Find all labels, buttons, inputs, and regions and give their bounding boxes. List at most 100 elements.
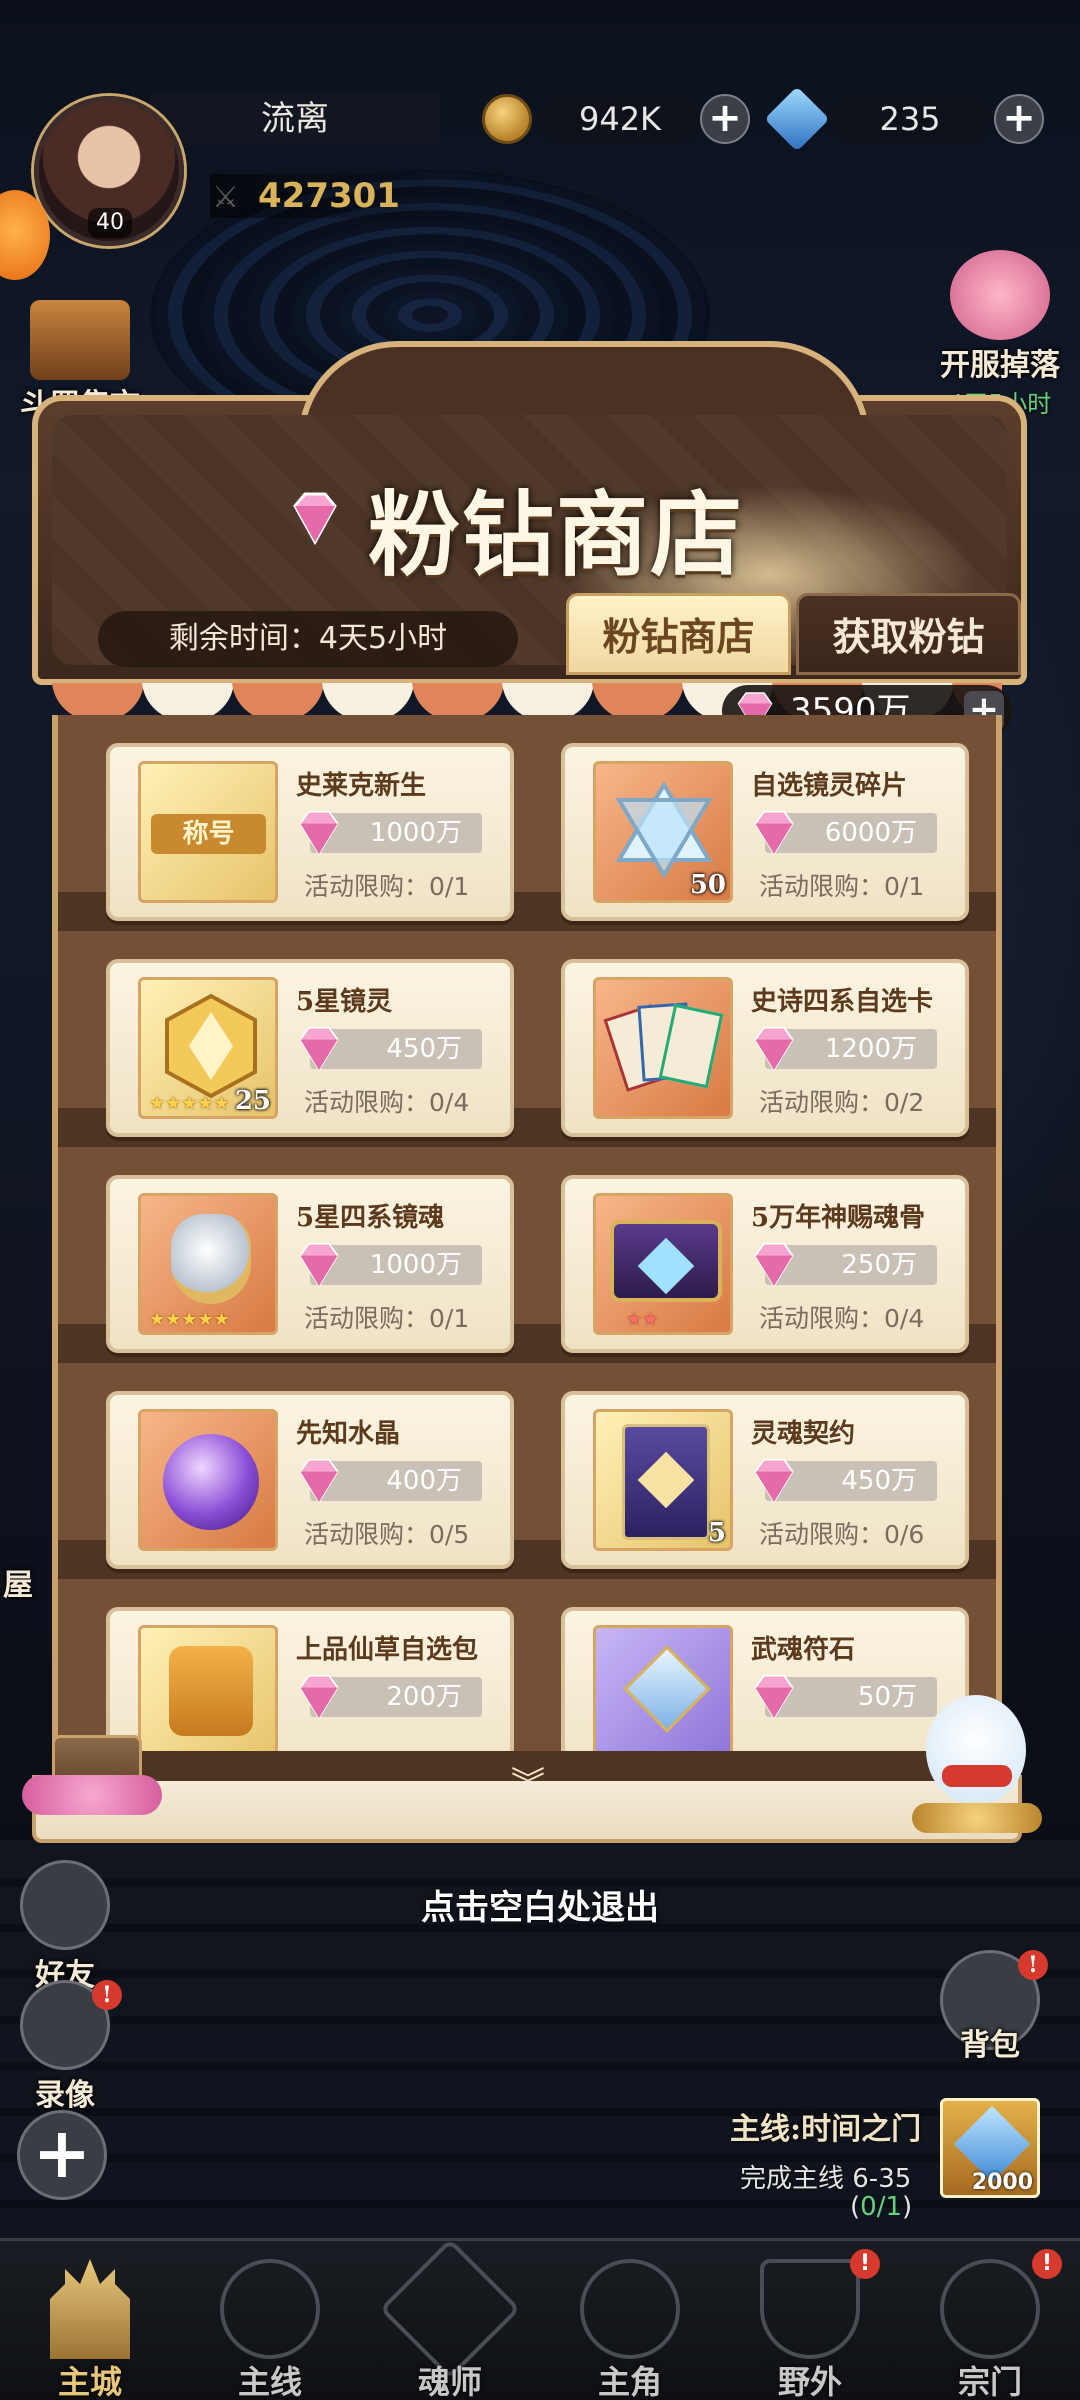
side-button-server-drops-label: 开服掉落 <box>940 348 1060 383</box>
shop-item-card[interactable]: 称号 史莱克新生 1000万 活动限购：0/1 <box>106 743 514 921</box>
side-button-server-drops[interactable]: 开服掉落 4天5小时 <box>920 250 1080 419</box>
side-button-expand[interactable]: + <box>16 2110 108 2200</box>
protagonist-icon <box>580 2259 680 2359</box>
castle-icon <box>50 2259 130 2359</box>
shop-item-card[interactable]: 5 灵魂契约 450万 活动限购：0/6 <box>561 1391 969 1569</box>
epic-selection-cards-icon <box>593 977 733 1119</box>
shop-item-card[interactable]: 50 自选镜灵碎片 6000万 活动限购：0/1 <box>561 743 969 921</box>
nav-protagonist[interactable]: 主角 <box>540 2241 720 2400</box>
nav-main-story-label: 主线 <box>237 2363 302 2400</box>
item-purchase-limit: 活动限购：0/4 <box>759 1304 925 1333</box>
martial-soul-rune-icon <box>593 1625 733 1767</box>
item-name: 先知水晶 <box>296 1419 401 1449</box>
server-drops-icon <box>950 250 1050 340</box>
nav-soul-master-label: 魂师 <box>417 2363 482 2400</box>
shop-title: 粉钻商店 <box>368 481 745 589</box>
item-count: 25 <box>234 1086 271 1116</box>
mirror-spirit-shard-icon: 50 <box>593 761 733 903</box>
sect-icon <box>940 2259 1040 2359</box>
backpack-alert-badge: ! <box>1018 1950 1048 1980</box>
pink-diamond-icon <box>299 1026 339 1072</box>
item-name: 5星镜灵 <box>296 987 393 1017</box>
shop-item-grid[interactable]: 称号 史莱克新生 1000万 活动限购：0/1 50 自选镜灵碎片 6000万 … <box>52 715 1002 1775</box>
wilderness-alert-badge: ! <box>850 2249 880 2279</box>
side-button-backpack[interactable]: ! 背包 <box>930 1950 1050 2064</box>
soul-bone-chest-icon: ★★ <box>593 1193 733 1335</box>
shop-item-card[interactable]: 先知水晶 400万 活动限购：0/5 <box>106 1391 514 1569</box>
mirror-soul-icon: ★★★★★ <box>138 1193 278 1335</box>
pink-diamond-icon <box>754 810 794 856</box>
item-star-rating: ★★★★★ <box>149 1093 230 1114</box>
sect-alert-badge: ! <box>1032 2249 1062 2279</box>
tab-get-pink-diamonds[interactable]: 获取粉钻 <box>796 593 1021 675</box>
shop-item-card[interactable]: 上品仙草自选包 200万 <box>106 1607 514 1775</box>
shop-item-card[interactable]: 武魂符石 50万 <box>561 1607 969 1775</box>
pink-diamond-icon <box>299 1242 339 1288</box>
item-name: 5星四系镜魂 <box>296 1203 445 1233</box>
nav-wilderness-label: 野外 <box>777 2363 842 2400</box>
shop-item-card[interactable]: ★★★★★ 25 5星镜灵 450万 活动限购：0/4 <box>106 959 514 1137</box>
item-purchase-limit: 活动限购：0/1 <box>304 872 470 901</box>
add-coins-button[interactable]: + <box>700 94 750 144</box>
title-badge-icon: 称号 <box>138 761 278 903</box>
tap-to-exit-hint[interactable]: 点击空白处退出 <box>0 1880 1080 1929</box>
pink-diamond-icon <box>754 1674 794 1720</box>
side-button-replay-label: 录像 <box>35 2078 95 2113</box>
coin-amount: 942K <box>540 94 700 144</box>
soul-contract-icon: 5 <box>593 1409 733 1551</box>
item-name: 5万年神赐魂骨 <box>751 1203 926 1233</box>
shop-item-card[interactable]: ★★★★★ 5星四系镜魂 1000万 活动限购：0/1 <box>106 1175 514 1353</box>
shop-header: 粉钻商店 剩余时间：4天5小时 粉钻商店 获取粉钻 <box>32 341 1027 685</box>
nav-main-city-label: 主城 <box>57 2363 122 2400</box>
tab-pink-diamond-shop[interactable]: 粉钻商店 <box>566 593 791 675</box>
item-name: 自选镜灵碎片 <box>751 771 908 801</box>
shop-item-card[interactable]: 史诗四系自选卡 1200万 活动限购：0/2 <box>561 959 969 1137</box>
mascot-character-icon <box>912 1685 1042 1835</box>
quest-reward-diamond[interactable]: 2000 <box>940 2098 1040 2198</box>
add-diamonds-button[interactable]: + <box>994 94 1044 144</box>
five-star-mirror-spirit-icon: ★★★★★ 25 <box>138 977 278 1119</box>
shield-icon <box>760 2259 860 2359</box>
nav-sect-label: 宗门 <box>957 2363 1022 2400</box>
quest-progress: (0/1) <box>850 2192 913 2222</box>
item-count: 50 <box>689 870 726 900</box>
item-purchase-limit: 活动限购：0/1 <box>304 1304 470 1333</box>
title-badge-label: 称号 <box>151 814 266 854</box>
prophet-crystal-icon <box>138 1409 278 1551</box>
player-level: 40 <box>88 208 132 238</box>
combat-power: 427301 <box>210 174 440 218</box>
quest-reward-count: 2000 <box>971 2170 1033 2195</box>
diamond-amount: 235 <box>830 94 990 144</box>
nav-main-city[interactable]: 主城 <box>0 2241 180 2400</box>
pink-diamond-icon <box>293 492 337 546</box>
nav-main-story[interactable]: 主线 <box>180 2241 360 2400</box>
nav-soul-master[interactable]: 魂师 <box>360 2238 540 2400</box>
item-name: 武魂符石 <box>751 1635 856 1665</box>
scroll-down-chevron-icon[interactable]: ︾ <box>506 1757 550 1805</box>
shop-footer: ︾ <box>32 1751 1022 1843</box>
item-name: 灵魂契约 <box>751 1419 856 1449</box>
pink-diamond-icon <box>754 1458 794 1504</box>
pink-diamond-icon <box>754 1242 794 1288</box>
item-name: 史诗四系自选卡 <box>751 987 934 1017</box>
market-stall-icon <box>30 300 130 380</box>
quest-description: 完成主线 6-35 <box>740 2164 912 2194</box>
item-count: 5 <box>707 1518 726 1548</box>
item-purchase-limit: 活动限购：0/5 <box>304 1520 470 1549</box>
plus-icon: + <box>17 2110 107 2200</box>
nav-sect[interactable]: ! 宗门 <box>900 2241 1080 2400</box>
item-purchase-limit: 活动限购：0/6 <box>759 1520 925 1549</box>
shop-item-card[interactable]: ★★ 5万年神赐魂骨 250万 活动限购：0/4 <box>561 1175 969 1353</box>
item-name: 上品仙草自选包 <box>296 1635 479 1665</box>
nav-wilderness[interactable]: ! 野外 <box>720 2241 900 2400</box>
side-button-replay[interactable]: ! 录像 <box>10 1980 122 2114</box>
item-purchase-limit: 活动限购：0/4 <box>304 1088 470 1117</box>
item-purchase-limit: 活动限购：0/1 <box>759 872 925 901</box>
nav-protagonist-label: 主角 <box>597 2363 662 2400</box>
side-button-backpack-label: 背包 <box>960 2028 1020 2063</box>
pink-diamond-shop-panel: 粉钻商店 剩余时间：4天5小时 粉钻商店 获取粉钻 3590万 + 称号 史莱克… <box>22 341 1042 1855</box>
quest-title[interactable]: 主线:时间之门 <box>730 2104 921 2148</box>
shop-timer: 剩余时间：4天5小时 <box>98 611 518 667</box>
player-name: 流离 <box>150 94 440 144</box>
replay-alert-badge: ! <box>92 1980 122 2010</box>
